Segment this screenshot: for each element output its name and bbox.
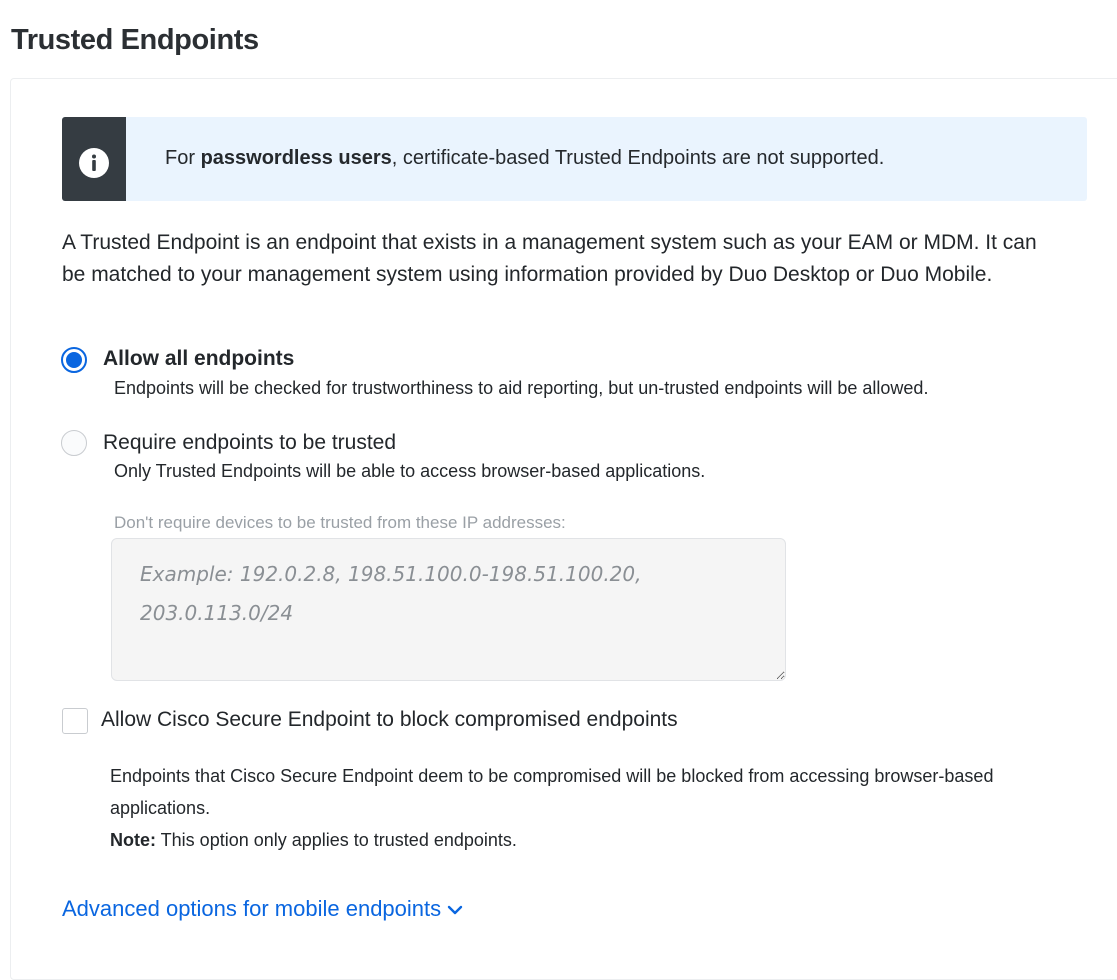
cisco-secure-endpoint-note: Note: This option only applies to truste… <box>110 824 1090 856</box>
allow-all-endpoints-label[interactable]: Allow all endpoints <box>103 347 294 371</box>
cisco-secure-endpoint-label[interactable]: Allow Cisco Secure Endpoint to block com… <box>101 708 678 732</box>
info-banner-icon-block <box>62 117 126 201</box>
ip-exceptions-label: Don't require devices to be trusted from… <box>114 513 566 532</box>
info-banner: For passwordless users, certificate-base… <box>62 117 1087 201</box>
cisco-secure-endpoint-help: Endpoints that Cisco Secure Endpoint dee… <box>110 760 1090 856</box>
note-label: Note: <box>110 830 156 850</box>
ip-exceptions-textarea[interactable] <box>111 538 786 681</box>
cisco-secure-endpoint-help-text: Endpoints that Cisco Secure Endpoint dee… <box>110 766 994 818</box>
allow-all-endpoints-help: Endpoints will be checked for trustworth… <box>114 378 929 398</box>
banner-text-suffix: , certificate-based Trusted Endpoints ar… <box>391 147 885 169</box>
require-trusted-endpoints-label[interactable]: Require endpoints to be trusted <box>103 431 396 455</box>
advanced-mobile-options-label: Advanced options for mobile endpoints <box>62 896 442 921</box>
cisco-secure-endpoint-checkbox[interactable] <box>62 708 88 734</box>
info-icon <box>79 148 109 178</box>
banner-text-prefix: For <box>165 147 201 169</box>
chevron-down-icon <box>447 905 463 915</box>
info-banner-text: For passwordless users, certificate-base… <box>165 147 884 170</box>
allow-all-endpoints-radio[interactable] <box>61 347 87 373</box>
require-trusted-endpoints-help: Only Trusted Endpoints will be able to a… <box>114 461 706 481</box>
page-title: Trusted Endpoints <box>11 24 259 56</box>
advanced-mobile-options-link[interactable]: Advanced options for mobile endpoints <box>62 896 463 922</box>
banner-text-bold: passwordless users <box>200 147 392 169</box>
trusted-endpoint-description: A Trusted Endpoint is an endpoint that e… <box>62 231 1037 286</box>
require-trusted-endpoints-radio[interactable] <box>61 430 87 456</box>
note-text: This option only applies to trusted endp… <box>156 830 517 850</box>
